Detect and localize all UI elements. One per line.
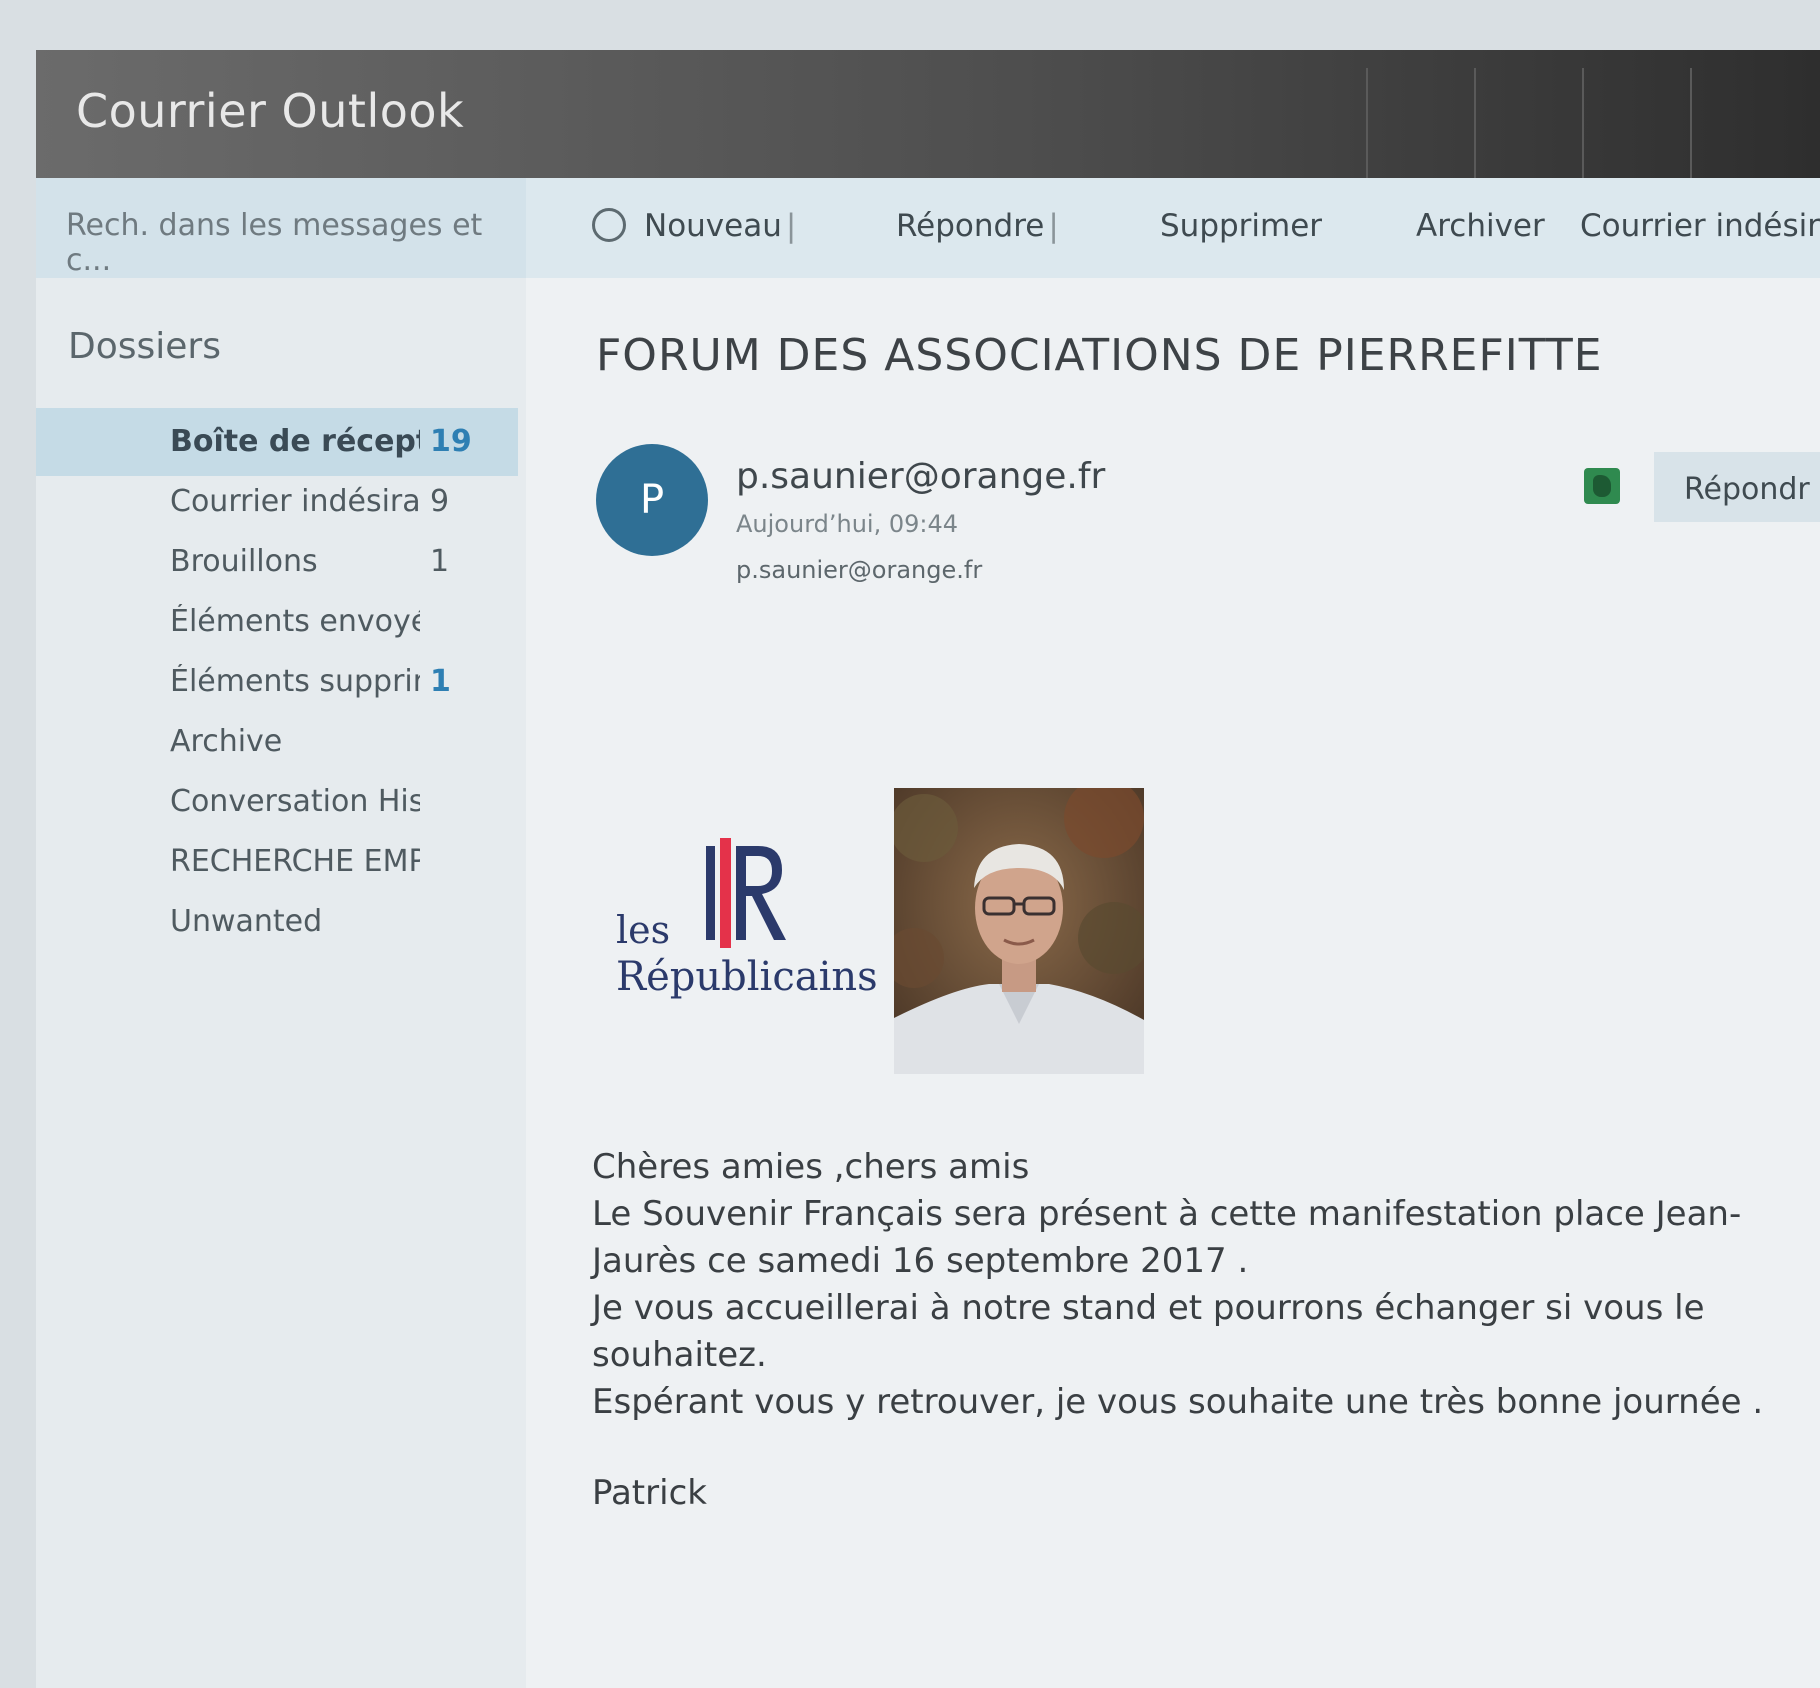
search-input[interactable]: Rech. dans les messages et c... xyxy=(36,178,526,278)
title-bar: Courrier Outlook xyxy=(36,50,1820,178)
separator: | xyxy=(1048,208,1059,244)
folder-label: Conversation Histor xyxy=(170,784,420,819)
search-placeholder: Rech. dans les messages et c... xyxy=(66,208,483,278)
folder-conversation-history[interactable]: Conversation Histor xyxy=(36,768,518,836)
recipient-address[interactable]: p.saunier@orange.fr xyxy=(736,556,982,584)
folder-label: Archive xyxy=(170,724,283,759)
folder-sidebar: Dossiers Boîte de récept 19 Courrier ind… xyxy=(36,278,526,1688)
folder-junk[interactable]: Courrier indésirab 9 xyxy=(36,468,518,536)
titlebar-button[interactable] xyxy=(1582,68,1690,178)
sender-portrait-image xyxy=(894,788,1144,1074)
folder-label: Boîte de récept xyxy=(170,424,420,459)
folder-label: Unwanted xyxy=(170,904,323,939)
evernote-icon[interactable] xyxy=(1584,468,1620,504)
titlebar-button[interactable] xyxy=(1366,68,1474,178)
folder-deleted[interactable]: Éléments supprim 1 xyxy=(36,648,518,716)
folder-count: 1 xyxy=(430,544,450,579)
folder-inbox[interactable]: Boîte de récept 19 xyxy=(36,408,518,476)
reply-label: Répondr xyxy=(1684,472,1810,507)
logo-text-les: les xyxy=(616,908,671,952)
message-body: Chères amies ,chers amis Le Souvenir Fra… xyxy=(592,1144,1792,1517)
lr-mark-icon xyxy=(706,838,786,948)
reply-toolbar-button[interactable]: Répondre | xyxy=(896,208,1059,244)
new-button[interactable]: Nouveau | xyxy=(592,208,796,244)
reading-pane: FORUM DES ASSOCIATIONS DE PIERREFITTE P … xyxy=(526,278,1820,1688)
message-subject: FORUM DES ASSOCIATIONS DE PIERREFITTE xyxy=(596,330,1603,381)
delete-button[interactable]: Supprimer xyxy=(1160,208,1322,244)
folders-heading: Dossiers xyxy=(68,326,221,367)
folder-count: 1 xyxy=(430,664,451,699)
les-republicains-logo: les Républicains xyxy=(616,838,896,1038)
folder-archive[interactable]: Archive xyxy=(36,708,518,776)
titlebar-button[interactable] xyxy=(1690,68,1798,178)
folder-label: Courrier indésirab xyxy=(170,484,420,519)
command-bar: Rech. dans les messages et c... Nouveau |… xyxy=(36,178,1820,278)
separator: | xyxy=(785,208,797,244)
folder-label: Brouillons xyxy=(170,544,318,579)
folder-unwanted[interactable]: Unwanted xyxy=(36,888,518,956)
logo-text-republicains: Républicains xyxy=(616,954,878,1000)
new-icon xyxy=(592,208,626,242)
signature: Patrick xyxy=(592,1473,707,1513)
body-line: Chères amies ,chers amis xyxy=(592,1147,1030,1187)
outlook-window: Courrier Outlook Rech. dans les messages… xyxy=(36,50,1820,1688)
app-title: Courrier Outlook xyxy=(76,84,465,138)
sender-address[interactable]: p.saunier@orange.fr xyxy=(736,456,1105,497)
reply-button[interactable]: Répondr xyxy=(1654,452,1820,522)
folder-sent[interactable]: Éléments envoyés xyxy=(36,588,518,656)
folder-recherche-emploi[interactable]: RECHERCHE EMPLO xyxy=(36,828,518,896)
sent-time: Aujourd’hui, 09:44 xyxy=(736,510,959,538)
folder-count: 9 xyxy=(430,484,450,519)
folder-count: 19 xyxy=(430,424,472,459)
junk-label: Courrier indésira xyxy=(1580,208,1820,244)
folder-drafts[interactable]: Brouillons 1 xyxy=(36,528,518,596)
archive-label: Archiver xyxy=(1416,208,1545,244)
folder-label: Éléments envoyés xyxy=(170,604,420,639)
body-line: Le Souvenir Français sera présent à cett… xyxy=(592,1194,1742,1281)
reply-toolbar-label: Répondre xyxy=(896,208,1045,244)
archive-button[interactable]: Archiver xyxy=(1416,208,1545,244)
body-line: Je vous accueillerai à notre stand et po… xyxy=(592,1288,1705,1375)
titlebar-button[interactable] xyxy=(1474,68,1582,178)
new-label: Nouveau xyxy=(644,208,782,244)
body-line: Espérant vous y retrouver, je vous souha… xyxy=(592,1382,1764,1422)
folder-label: Éléments supprim xyxy=(170,664,420,699)
delete-label: Supprimer xyxy=(1160,208,1323,244)
junk-button[interactable]: Courrier indésira xyxy=(1580,208,1820,244)
sender-avatar[interactable]: P xyxy=(596,444,708,556)
folder-label: RECHERCHE EMPLO xyxy=(170,844,420,879)
